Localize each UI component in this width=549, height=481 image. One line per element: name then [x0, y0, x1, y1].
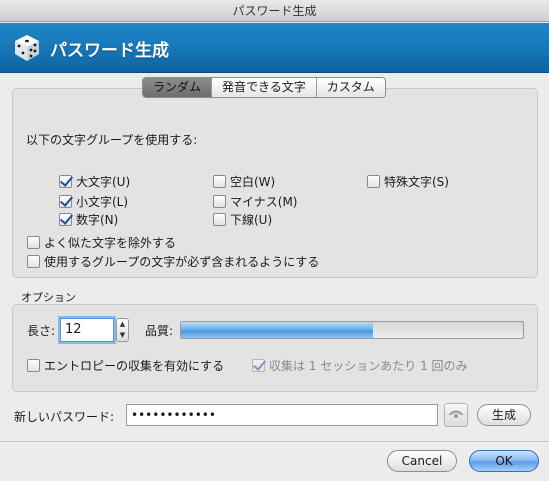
- exclude-similar-checkbox[interactable]: よく似た文字を除外する: [27, 234, 176, 251]
- stepper-down-icon[interactable]: ▼: [117, 330, 128, 341]
- once-per-session-label: 収集は 1 セッションあたり 1 回のみ: [269, 359, 468, 373]
- checkbox-box: [252, 359, 265, 372]
- mode-tabs: ランダム 発音できる文字 カスタム: [142, 77, 386, 98]
- each-group-checkbox[interactable]: 使用するグループの文字が必ず含まれるようにする: [27, 253, 319, 270]
- checkbox-box[interactable]: [59, 195, 72, 208]
- eye-icon: [448, 410, 464, 418]
- ok-button[interactable]: OK: [469, 450, 539, 472]
- minus-checkbox[interactable]: マイナス(M): [213, 193, 297, 210]
- tab-custom[interactable]: カスタム: [316, 78, 385, 97]
- checkbox-box[interactable]: [213, 213, 226, 226]
- once-per-session-checkbox: 収集は 1 セッションあたり 1 回のみ: [252, 357, 468, 374]
- checkbox-box[interactable]: [59, 175, 72, 188]
- digits-checkbox[interactable]: 数字(N): [59, 211, 118, 228]
- cancel-button[interactable]: Cancel: [387, 450, 457, 472]
- quality-meter: [180, 321, 524, 339]
- options-heading: オプション: [21, 291, 76, 304]
- footer-divider: [0, 441, 549, 442]
- tab-random[interactable]: ランダム: [143, 78, 213, 97]
- checkbox-box[interactable]: [59, 213, 72, 226]
- digits-label: 数字(N): [76, 213, 119, 227]
- checkbox-box[interactable]: [27, 359, 40, 372]
- lowercase-label: 小文字(L): [76, 195, 129, 209]
- window-title: パスワード生成: [0, 0, 549, 22]
- minus-label: マイナス(M): [230, 195, 298, 209]
- length-stepper[interactable]: ▲ ▼: [116, 318, 129, 342]
- header-banner: パスワード生成: [0, 23, 549, 73]
- quality-label: 品質:: [145, 324, 174, 338]
- checkbox-box[interactable]: [213, 195, 226, 208]
- lowercase-checkbox[interactable]: 小文字(L): [59, 193, 128, 210]
- length-label: 長さ:: [27, 324, 56, 338]
- uppercase-checkbox[interactable]: 大文字(U): [59, 173, 130, 190]
- underline-label: 下線(U): [230, 213, 273, 227]
- exclude-similar-label: よく似た文字を除外する: [44, 236, 177, 250]
- groups-heading: 以下の文字グループを使用する:: [26, 133, 198, 147]
- uppercase-label: 大文字(U): [76, 175, 131, 189]
- stepper-up-icon[interactable]: ▲: [117, 319, 128, 330]
- checkbox-box[interactable]: [367, 175, 380, 188]
- special-label: 特殊文字(S): [384, 175, 449, 189]
- underline-checkbox[interactable]: 下線(U): [213, 211, 272, 228]
- new-password-label: 新しいパスワード:: [14, 410, 115, 424]
- checkbox-box[interactable]: [27, 236, 40, 249]
- checkbox-box[interactable]: [213, 175, 226, 188]
- banner-title: パスワード生成: [50, 41, 169, 61]
- entropy-checkbox[interactable]: エントロピーの収集を有効にする: [27, 357, 224, 374]
- quality-meter-fill: [181, 322, 373, 338]
- show-password-button[interactable]: [444, 403, 468, 427]
- space-checkbox[interactable]: 空白(W): [213, 173, 275, 190]
- tab-pronounceable[interactable]: 発音できる文字: [212, 78, 317, 97]
- dice-icon: [15, 35, 39, 61]
- new-password-field[interactable]: ••••••••••••: [126, 404, 438, 426]
- each-group-label: 使用するグループの文字が必ず含まれるようにする: [44, 255, 320, 269]
- password-generator-window: パスワード生成 パスワード生成 ランダム 発音できる文字 カスタム 以下の文字グ…: [0, 0, 549, 481]
- checkbox-box[interactable]: [27, 255, 40, 268]
- length-input[interactable]: 12: [60, 318, 114, 342]
- special-checkbox[interactable]: 特殊文字(S): [367, 173, 449, 190]
- space-label: 空白(W): [230, 175, 276, 189]
- entropy-label: エントロピーの収集を有効にする: [44, 359, 225, 373]
- generate-button[interactable]: 生成: [477, 404, 531, 426]
